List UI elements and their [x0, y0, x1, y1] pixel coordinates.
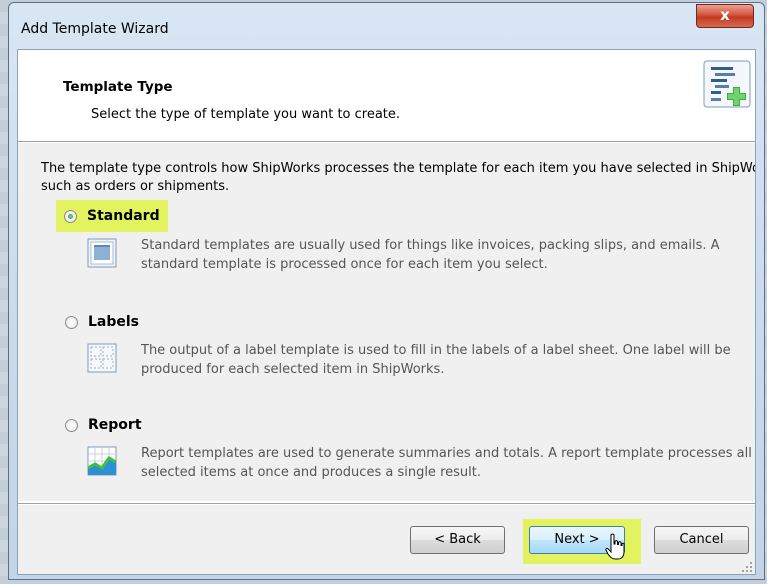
back-button[interactable]: < Back — [410, 526, 505, 554]
template-add-icon — [703, 60, 751, 108]
wizard-client-area: Template Type Select the type of templat… — [17, 49, 756, 575]
page-title: Template Type — [63, 79, 173, 95]
option-report[interactable]: Report — [65, 413, 142, 437]
close-button[interactable]: x — [696, 4, 754, 28]
wizard-footer: < Back Next > Cancel — [18, 505, 755, 574]
window-title: Add Template Wizard — [21, 21, 169, 37]
option-report-description: Report templates are used to generate su… — [141, 446, 752, 480]
wizard-body: The template type controls how ShipWorks… — [18, 143, 755, 501]
wizard-dialog: Add Template Wizard x Template Type Sele… — [8, 2, 765, 580]
wizard-header: Template Type Select the type of templat… — [18, 50, 755, 141]
cancel-button[interactable]: Cancel — [654, 526, 749, 554]
standard-template-icon — [87, 238, 117, 268]
page-subtitle: Select the type of template you want to … — [91, 107, 401, 122]
option-report-label[interactable]: Report — [88, 417, 142, 433]
hand-cursor-icon — [605, 533, 625, 560]
option-labels-label[interactable]: Labels — [88, 314, 139, 330]
labels-template-icon — [87, 343, 117, 373]
option-standard-label[interactable]: Standard — [87, 208, 160, 224]
option-labels[interactable]: Labels — [65, 310, 139, 334]
option-standard[interactable]: Standard — [56, 200, 168, 232]
resize-grip-icon[interactable] — [741, 561, 753, 573]
template-type-description: The template type controls how ShipWorks… — [41, 161, 756, 194]
report-template-icon — [87, 446, 117, 476]
radio-report[interactable] — [65, 418, 78, 432]
option-labels-description: The output of a label template is used t… — [141, 343, 731, 377]
radio-standard[interactable] — [64, 209, 77, 223]
radio-labels[interactable] — [65, 315, 78, 329]
title-bar[interactable]: Add Template Wizard x — [9, 3, 764, 49]
option-standard-description: Standard templates are usually used for … — [141, 238, 720, 272]
